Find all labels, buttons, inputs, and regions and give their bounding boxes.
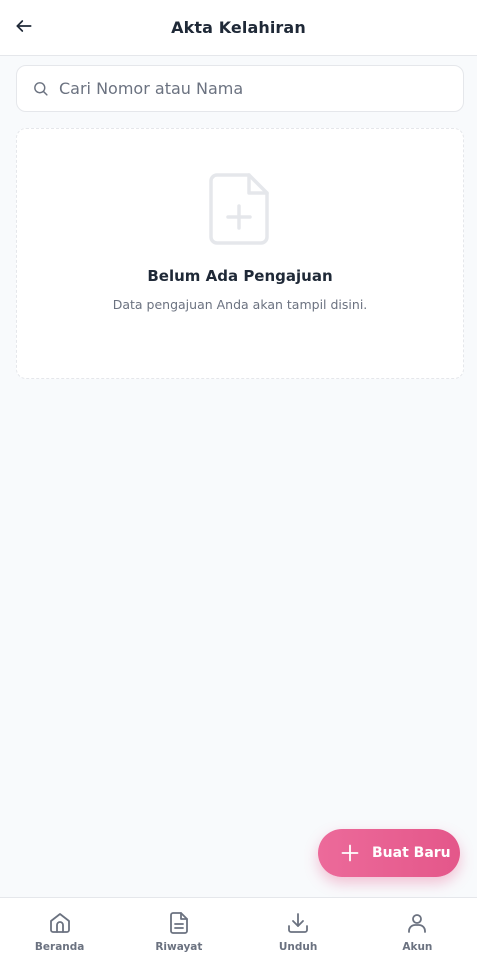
nav-label: Unduh — [278, 941, 318, 953]
nav-item-unduh[interactable]: Unduh — [239, 898, 358, 966]
nav-item-beranda[interactable]: Beranda — [0, 898, 119, 966]
app-header: Akta Kelahiran — [0, 0, 477, 56]
arrow-left-icon — [14, 16, 34, 40]
create-new-button[interactable]: Buat Baru — [318, 829, 460, 877]
nav-label: Akun — [402, 941, 433, 953]
app-screen: Akta Kelahiran Belum Ada Pengajuan Data … — [0, 0, 477, 966]
search-icon — [31, 80, 49, 98]
nav-item-riwayat[interactable]: Riwayat — [119, 898, 238, 966]
empty-state-description: Data pengajuan Anda akan tampil disini. — [112, 297, 368, 312]
nav-item-akun[interactable]: Akun — [358, 898, 477, 966]
plus-icon — [340, 843, 360, 863]
home-icon — [48, 911, 72, 935]
empty-state-card: Belum Ada Pengajuan Data pengajuan Anda … — [16, 128, 464, 379]
back-button[interactable] — [8, 12, 40, 44]
download-icon — [286, 911, 310, 935]
search-input[interactable] — [59, 68, 449, 109]
create-new-label: Buat Baru — [372, 845, 451, 861]
document-icon — [167, 911, 191, 935]
bottom-nav: Beranda Riwayat Unduh Akun — [0, 897, 477, 966]
file-plus-icon — [209, 173, 271, 245]
nav-label: Riwayat — [155, 941, 203, 953]
empty-state-title: Belum Ada Pengajuan — [147, 267, 333, 285]
page-title: Akta Kelahiran — [171, 18, 306, 37]
search-bar[interactable] — [16, 65, 464, 112]
user-icon — [405, 911, 429, 935]
nav-label: Beranda — [34, 941, 85, 953]
